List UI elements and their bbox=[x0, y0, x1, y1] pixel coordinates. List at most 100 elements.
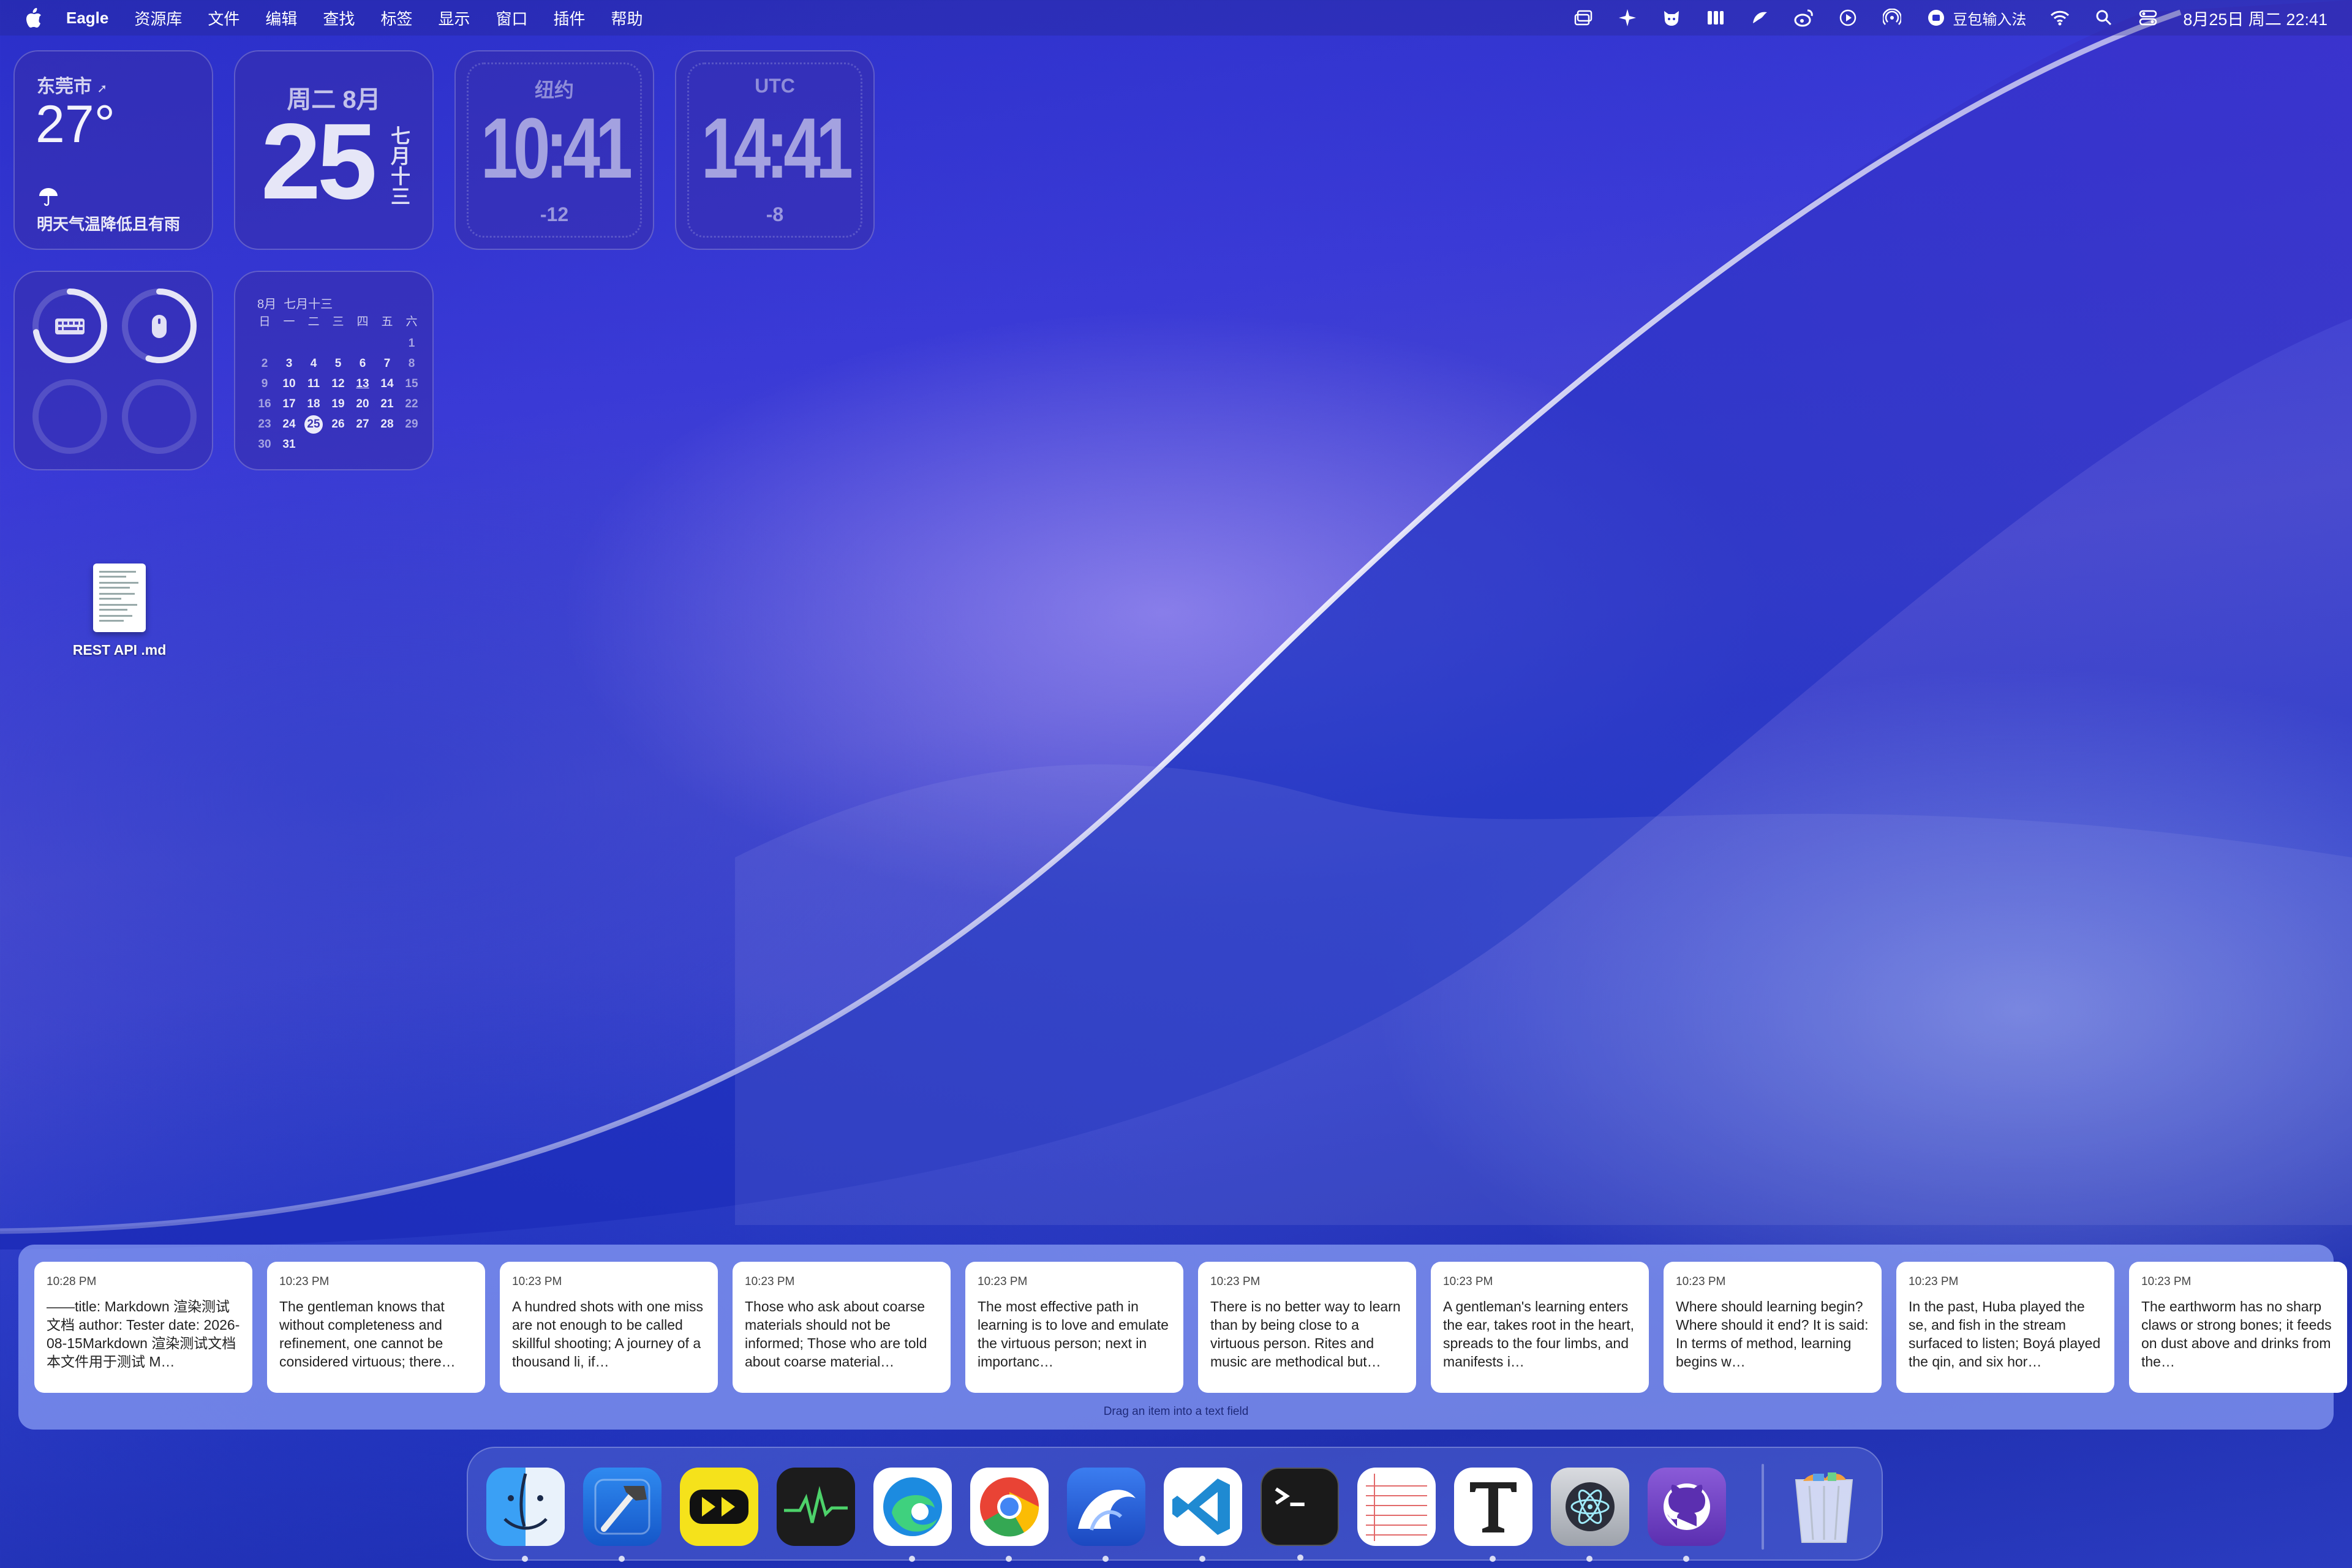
calendar-day[interactable]: 25 bbox=[301, 414, 326, 434]
calendar-widget[interactable]: 8月 七月十三 日一二三四五六 1 2 3 4 5 6 7 8 9 10 11 12 13 14 15 16 17… bbox=[234, 271, 434, 470]
ime-icon[interactable] bbox=[1926, 7, 1947, 28]
batteries-widget[interactable] bbox=[13, 271, 213, 470]
wifi-icon[interactable] bbox=[2049, 7, 2070, 28]
vscode-icon[interactable] bbox=[1164, 1468, 1242, 1562]
clipboard-item-time: 10:23 PM bbox=[2141, 1275, 2192, 1288]
clipboard-item[interactable]: 10:23 PM The earthworm has no sharp claws… bbox=[2129, 1262, 2347, 1393]
calendar-day[interactable]: 16 bbox=[252, 394, 277, 414]
control-center-icon[interactable] bbox=[2138, 7, 2158, 28]
clipboard-item[interactable]: 10:28 PM ——title: Markdown 渲染测试文档 author:… bbox=[34, 1262, 252, 1393]
github-desktop-icon[interactable] bbox=[1648, 1468, 1726, 1562]
menu-library[interactable]: 资源库 bbox=[134, 7, 182, 29]
menu-find[interactable]: 查找 bbox=[323, 7, 355, 29]
activity-monitor-icon[interactable] bbox=[777, 1468, 855, 1546]
calendar-day[interactable]: 11 bbox=[301, 374, 326, 394]
menu-edit[interactable]: 编辑 bbox=[265, 7, 297, 29]
calendar-day[interactable]: 14 bbox=[375, 374, 399, 394]
empty-slot-ring bbox=[122, 379, 197, 454]
calendar-day[interactable]: 26 bbox=[326, 414, 350, 434]
calendar-day[interactable]: 7 bbox=[375, 353, 399, 374]
notes-paper-icon[interactable] bbox=[1357, 1468, 1436, 1546]
world-clock-utc[interactable]: UTC 14:41 -8 bbox=[675, 50, 875, 250]
clipboard-item[interactable]: 10:23 PM The most effective path in learn… bbox=[965, 1262, 1183, 1393]
ime-label[interactable]: 豆包输入法 bbox=[1953, 7, 2026, 29]
clock-time: 14:41 bbox=[701, 100, 853, 196]
clipboard-item[interactable]: 10:23 PM A gentleman's learning enters th… bbox=[1431, 1262, 1649, 1393]
calendar-day[interactable]: 23 bbox=[252, 414, 277, 434]
calendar-day[interactable]: 28 bbox=[375, 414, 399, 434]
menu-view[interactable]: 显示 bbox=[438, 7, 470, 29]
clipboard-hint: Drag an item into a text field bbox=[1103, 1405, 1249, 1418]
menu-plugins[interactable]: 插件 bbox=[553, 7, 585, 29]
calendar-day[interactable]: 19 bbox=[326, 394, 350, 414]
play-icon[interactable] bbox=[1838, 7, 1858, 28]
clipboard-item-text: The earthworm has no sharp claws or stro… bbox=[2141, 1298, 2332, 1370]
wave-app-icon[interactable] bbox=[1067, 1468, 1145, 1562]
menu-tags[interactable]: 标签 bbox=[380, 7, 412, 29]
menu-bar: Eagle 资源库 文件 编辑 查找 标签 显示 窗口 插件 帮助 豆包输入法 … bbox=[0, 0, 2352, 36]
chrome-icon[interactable] bbox=[970, 1468, 1049, 1562]
weibo-icon[interactable] bbox=[1793, 7, 1814, 28]
calendar-day[interactable]: 24 bbox=[277, 414, 301, 434]
sparkle-icon[interactable] bbox=[1617, 7, 1638, 28]
menu-app-name[interactable]: Eagle bbox=[66, 9, 108, 28]
calendar-day[interactable]: 29 bbox=[399, 414, 424, 434]
apple-menu-icon[interactable] bbox=[23, 6, 44, 30]
date-widget[interactable]: 周二 8月 25 七月十三 bbox=[234, 50, 434, 250]
terminal-icon[interactable] bbox=[1261, 1468, 1339, 1561]
calendar-empty-cell bbox=[326, 333, 350, 353]
window-switcher-icon[interactable] bbox=[1573, 7, 1594, 28]
electron-icon[interactable] bbox=[1551, 1468, 1629, 1562]
cat-icon[interactable] bbox=[1661, 7, 1682, 28]
menu-help[interactable]: 帮助 bbox=[611, 7, 643, 29]
calendar-weekday: 日 bbox=[258, 315, 271, 328]
calendar-weekday: 三 bbox=[332, 315, 344, 328]
menu-window[interactable]: 窗口 bbox=[496, 7, 527, 29]
search-icon[interactable] bbox=[2094, 7, 2114, 28]
stats-icon[interactable] bbox=[1705, 7, 1726, 28]
empty-slot-ring bbox=[32, 379, 107, 454]
xcode-icon[interactable] bbox=[583, 1468, 662, 1562]
calendar-day[interactable]: 4 bbox=[301, 353, 326, 374]
calendar-day[interactable]: 27 bbox=[350, 414, 375, 434]
calendar-day[interactable]: 1 bbox=[399, 333, 424, 353]
calendar-day[interactable]: 12 bbox=[326, 374, 350, 394]
calendar-day[interactable]: 8 bbox=[399, 353, 424, 374]
weather-widget[interactable]: 东莞市 ➚ 27° 明天气温降低且有雨 bbox=[13, 50, 213, 250]
calendar-day[interactable]: 17 bbox=[277, 394, 301, 414]
calendar-day[interactable]: 5 bbox=[326, 353, 350, 374]
clipboard-item[interactable]: 10:23 PM Those who ask about coarse mater… bbox=[733, 1262, 951, 1393]
clipboard-item[interactable]: 10:23 PM The gentleman knows that without… bbox=[267, 1262, 485, 1393]
calendar-day[interactable]: 6 bbox=[350, 353, 375, 374]
calendar-day[interactable]: 2 bbox=[252, 353, 277, 374]
calendar-day[interactable]: 3 bbox=[277, 353, 301, 374]
trash-icon[interactable] bbox=[1785, 1468, 1863, 1546]
world-clock-newyork[interactable]: 纽约 10:41 -12 bbox=[454, 50, 654, 250]
calendar-day[interactable]: 10 bbox=[277, 374, 301, 394]
clipboard-item-text: A gentleman's learning enters the ear, t… bbox=[1443, 1298, 1634, 1370]
calendar-day[interactable]: 15 bbox=[399, 374, 424, 394]
calendar-day[interactable]: 20 bbox=[350, 394, 375, 414]
airdrop-icon[interactable] bbox=[1882, 7, 1902, 28]
calendar-day[interactable]: 30 bbox=[252, 434, 277, 454]
clipboard-item[interactable]: 10:23 PM Where should learning begin? Whe… bbox=[1664, 1262, 1882, 1393]
clipboard-item[interactable]: 10:23 PM In the past, Huba played the se,… bbox=[1896, 1262, 2114, 1393]
calendar-day[interactable]: 9 bbox=[252, 374, 277, 394]
clipboard-item[interactable]: 10:23 PM A hundred shots with one miss ar… bbox=[500, 1262, 718, 1393]
running-indicator bbox=[1586, 1556, 1593, 1562]
bird-icon[interactable] bbox=[1749, 7, 1770, 28]
edge-icon[interactable] bbox=[873, 1468, 952, 1562]
typora-icon[interactable] bbox=[1454, 1468, 1532, 1562]
calendar-day[interactable]: 22 bbox=[399, 394, 424, 414]
finder-icon[interactable] bbox=[486, 1468, 565, 1562]
media-player-icon[interactable] bbox=[680, 1468, 758, 1546]
clipboard-item[interactable]: 10:23 PM There is no better way to learn … bbox=[1198, 1262, 1416, 1393]
calendar-day[interactable]: 18 bbox=[301, 394, 326, 414]
calendar-day[interactable]: 21 bbox=[375, 394, 399, 414]
calendar-day[interactable]: 31 bbox=[277, 434, 301, 454]
clock-offset: -12 bbox=[540, 203, 569, 225]
calendar-day[interactable]: 13 bbox=[350, 374, 375, 394]
menu-file[interactable]: 文件 bbox=[208, 7, 239, 29]
menu-clock[interactable]: 8月25日 周二 22:41 bbox=[2183, 6, 2328, 30]
desktop-file[interactable]: REST API .md bbox=[61, 564, 178, 658]
